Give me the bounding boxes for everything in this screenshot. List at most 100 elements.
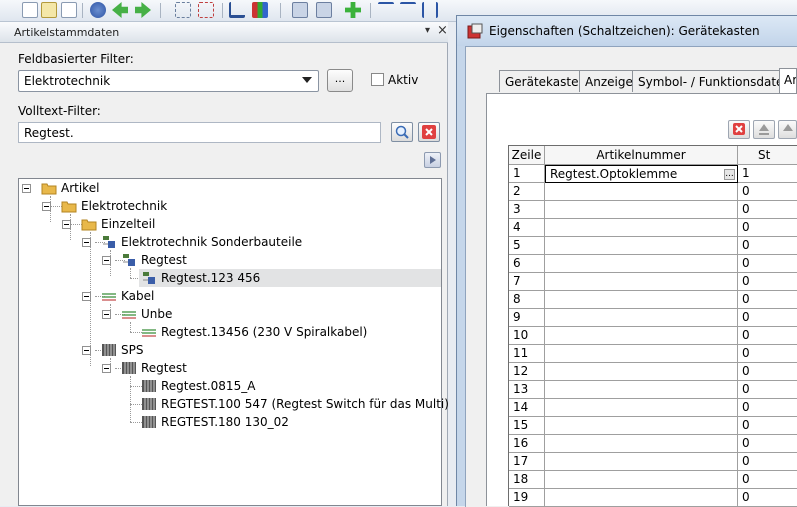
table-row[interactable]: 40 [509, 219, 797, 237]
table-row[interactable]: 70 [509, 273, 797, 291]
cart-icon[interactable] [229, 2, 245, 18]
undo-icon[interactable] [90, 2, 106, 18]
quantity-cell[interactable]: 0 [738, 219, 797, 237]
article-number-cell[interactable]: Regtest.Optoklemme... [545, 165, 738, 183]
tree-node-elektrotechnik[interactable]: Elektrotechnik [19, 197, 441, 215]
grid-header-artikelnummer[interactable]: Artikelnummer [545, 146, 738, 165]
tree-node-regtest-123456[interactable]: Regtest.123 456 [139, 269, 441, 287]
grid2-icon[interactable] [400, 2, 416, 18]
article-number-cell[interactable] [545, 363, 738, 381]
row-number-cell[interactable]: 8 [509, 291, 545, 309]
filter-ellipsis-button[interactable]: ... [327, 69, 353, 92]
aktiv-checkbox[interactable] [371, 73, 384, 86]
forward-icon[interactable] [135, 2, 151, 18]
quantity-cell[interactable]: 1 [738, 165, 797, 183]
table-row[interactable]: 30 [509, 201, 797, 219]
table-row[interactable]: 14 0 [509, 399, 797, 417]
cut-icon[interactable] [198, 2, 214, 18]
add-icon[interactable] [345, 2, 361, 18]
article-number-cell[interactable] [545, 381, 738, 399]
collapse-toggle[interactable] [42, 202, 51, 211]
row-number-cell[interactable]: 18 [509, 471, 545, 489]
tab-artikel[interactable]: Ar [779, 68, 797, 93]
tab-symbol-funktionsdaten[interactable]: Symbol- / Funktionsdaten [632, 70, 797, 92]
article-number-cell[interactable] [545, 291, 738, 309]
quantity-cell[interactable]: 0 [738, 489, 797, 507]
row-number-cell[interactable]: 10 [509, 327, 545, 345]
article-number-cell[interactable] [545, 327, 738, 345]
article-number-cell[interactable] [545, 183, 738, 201]
row-number-cell[interactable]: 9 [509, 309, 545, 327]
collapse-toggle[interactable] [102, 310, 111, 319]
table-row[interactable]: 19 0 [509, 489, 797, 507]
collapse-toggle[interactable] [22, 184, 31, 193]
move-top-button[interactable] [778, 120, 797, 139]
table-row[interactable]: 50 [509, 237, 797, 255]
fulltext-filter-input[interactable]: Regtest. [18, 122, 381, 143]
table-row[interactable]: 20 [509, 183, 797, 201]
row-number-cell[interactable]: 19 [509, 489, 545, 507]
layers-icon[interactable] [292, 2, 308, 18]
table-row[interactable]: 60 [509, 255, 797, 273]
quantity-cell[interactable]: 0 [738, 399, 797, 417]
row-number-cell[interactable]: 15 [509, 417, 545, 435]
align-icon[interactable] [422, 2, 438, 18]
tree-node-sps[interactable]: SPS [19, 341, 441, 359]
clear-filter-button[interactable] [418, 122, 440, 142]
table-row[interactable]: 90 [509, 309, 797, 327]
dialog-titlebar[interactable]: Eigenschaften (Schaltzeichen): Gerätekas… [457, 16, 797, 46]
row-number-cell[interactable]: 5 [509, 237, 545, 255]
tree-node-sonderbauteile[interactable]: Elektrotechnik Sonderbauteile [19, 233, 441, 251]
tree-node-regtest-sps[interactable]: Regtest [19, 359, 441, 377]
row-number-cell[interactable]: 3 [509, 201, 545, 219]
article-number-cell[interactable] [545, 237, 738, 255]
quantity-cell[interactable]: 0 [738, 417, 797, 435]
quantity-cell[interactable]: 0 [738, 273, 797, 291]
quantity-cell[interactable]: 0 [738, 345, 797, 363]
search-button[interactable] [391, 122, 413, 142]
quantity-cell[interactable]: 0 [738, 381, 797, 399]
row-number-cell[interactable]: 13 [509, 381, 545, 399]
tree-node-regtest-13456[interactable]: Regtest.13456 (230 V Spiralkabel) [139, 323, 441, 341]
article-number-cell[interactable] [545, 417, 738, 435]
quantity-cell[interactable]: 0 [738, 291, 797, 309]
panel-pin-icon[interactable]: ▾ [425, 25, 430, 36]
chart-icon[interactable] [252, 2, 268, 18]
row-number-cell[interactable]: 7 [509, 273, 545, 291]
cell-ellipsis-button[interactable]: ... [724, 169, 735, 180]
quantity-cell[interactable]: 0 [738, 471, 797, 489]
quantity-cell[interactable]: 0 [738, 453, 797, 471]
expand-arrow-button[interactable] [424, 152, 441, 168]
tree-node-einzelteil[interactable]: Einzelteil [19, 215, 441, 233]
move-up-button[interactable] [753, 120, 775, 139]
row-number-cell[interactable]: 1 [509, 165, 545, 183]
tree-node-artikel[interactable]: Artikel [19, 179, 441, 197]
field-filter-select[interactable]: Elektrotechnik [18, 70, 319, 92]
layers2-icon[interactable] [316, 2, 332, 18]
tree-node-unbe[interactable]: Unbe [19, 305, 441, 323]
table-row[interactable]: 1 Regtest.Optoklemme... 1 [509, 165, 797, 183]
article-number-cell[interactable] [545, 345, 738, 363]
article-number-cell[interactable] [545, 453, 738, 471]
table-row[interactable]: 16 0 [509, 435, 797, 453]
chevron-down-icon[interactable] [302, 77, 312, 83]
quantity-cell[interactable]: 0 [738, 363, 797, 381]
table-row[interactable]: 15 0 [509, 417, 797, 435]
open-icon[interactable] [41, 2, 57, 18]
row-number-cell[interactable]: 14 [509, 399, 545, 417]
collapse-toggle[interactable] [62, 220, 71, 229]
tree-node-regtest-0815[interactable]: Regtest.0815_A [139, 377, 441, 395]
article-number-cell[interactable] [545, 219, 738, 237]
quantity-cell[interactable]: 0 [738, 435, 797, 453]
table-row[interactable]: 12 0 [509, 363, 797, 381]
quantity-cell[interactable]: 0 [738, 201, 797, 219]
collapse-toggle[interactable] [102, 256, 111, 265]
collapse-toggle[interactable] [102, 364, 111, 373]
tree-node-regtest-100547[interactable]: REGTEST.100 547 (Regtest Switch für das … [139, 395, 449, 413]
tab-anzeige[interactable]: Anzeige [579, 70, 639, 92]
delete-row-button[interactable] [728, 120, 750, 139]
quantity-cell[interactable]: 0 [738, 327, 797, 345]
collapse-toggle[interactable] [82, 238, 91, 247]
tree-node-regtest[interactable]: Regtest [19, 251, 441, 269]
article-number-cell[interactable] [545, 255, 738, 273]
